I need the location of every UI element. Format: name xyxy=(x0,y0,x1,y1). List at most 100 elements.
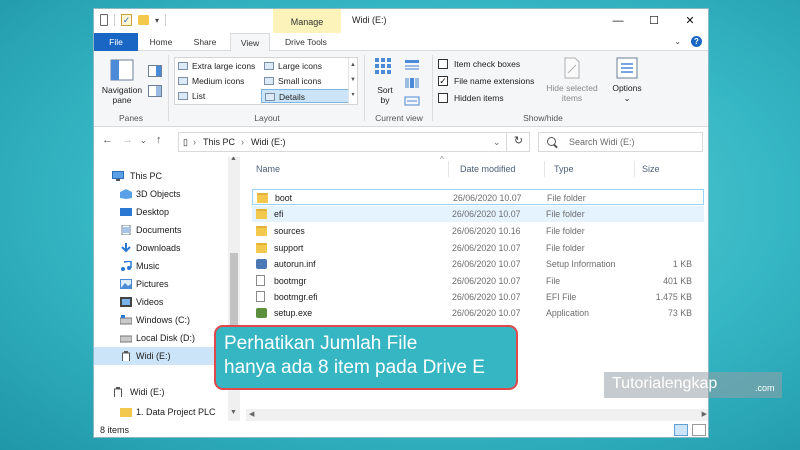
table-row[interactable]: support 26/06/2020 10.07 File folder xyxy=(252,240,704,256)
new-folder-icon[interactable] xyxy=(138,15,149,25)
sort-by-button[interactable]: Sort by xyxy=(370,57,400,105)
manage-context-tab[interactable]: Manage xyxy=(273,9,341,33)
table-row[interactable]: boot 26/06/2020 10.07 File folder xyxy=(252,189,704,205)
checkbox[interactable] xyxy=(438,93,448,103)
nav-item-local-disk-d[interactable]: Local Disk (D:) xyxy=(94,329,228,347)
chevron-down-icon[interactable]: ▼ xyxy=(230,409,237,416)
table-row[interactable]: bootmgr.efi 26/06/2020 10.07 EFI File 1.475… xyxy=(252,289,704,305)
checkbox-checked[interactable]: ✓ xyxy=(438,76,448,86)
folder-icon xyxy=(120,408,132,417)
chevron-left-icon[interactable]: ◀ xyxy=(249,410,254,418)
checkmark-icon[interactable]: ✓ xyxy=(121,14,132,26)
chevron-up-icon: ▲ xyxy=(350,62,356,68)
back-arrow-icon[interactable]: ← xyxy=(102,134,113,146)
table-row[interactable]: efi 26/06/2020 10.07 File folder xyxy=(252,206,704,222)
table-row[interactable]: autorun.inf 26/06/2020 10.07 Setup Informa… xyxy=(252,256,704,272)
table-row[interactable]: setup.exe 26/06/2020 10.07 Application 73 K… xyxy=(252,305,704,321)
nav-label: Downloads xyxy=(136,243,181,253)
layout-gallery-scroller[interactable]: ▲ ▼ ▾ xyxy=(348,58,357,104)
address-bar-row: ← → ⌄ ↑ ▯ › This PC › Widi (E:) ⌄ ↻ Sear… xyxy=(94,128,708,156)
close-button[interactable]: ✕ xyxy=(672,12,708,30)
file-size: 1.475 KB xyxy=(655,292,692,302)
options-button[interactable]: Options ⌄ xyxy=(606,57,648,103)
refresh-button[interactable]: ↻ xyxy=(506,132,530,152)
search-input[interactable]: Search Widi (E:) xyxy=(538,132,703,152)
group-by-icon[interactable] xyxy=(404,59,420,71)
breadcrumb-widi-e[interactable]: Widi (E:) xyxy=(251,133,286,151)
layout-details[interactable]: Details xyxy=(261,89,349,103)
file-type: File folder xyxy=(546,243,585,253)
breadcrumb-this-pc[interactable]: This PC xyxy=(203,133,235,151)
column-divider[interactable] xyxy=(448,161,449,177)
add-columns-icon[interactable] xyxy=(404,77,420,89)
refresh-icon: ↻ xyxy=(513,135,524,147)
tab-share[interactable]: Share xyxy=(188,33,222,51)
nav-item-desktop[interactable]: Desktop xyxy=(94,203,228,221)
file-name-extensions-option[interactable]: ✓ File name extensions xyxy=(438,74,544,88)
nav-item-widi-e-selected[interactable]: Widi (E:) xyxy=(94,347,228,365)
large-icons-view-icon[interactable] xyxy=(692,424,706,436)
layout-large-icons[interactable]: Large icons xyxy=(261,59,347,73)
medium-icons-icon xyxy=(178,77,188,85)
preview-pane-icon[interactable] xyxy=(148,65,162,77)
navigation-pane-button[interactable]: Navigation pane xyxy=(98,59,146,105)
tab-view[interactable]: View xyxy=(230,33,270,52)
minimize-button[interactable]: — xyxy=(600,12,636,30)
nav-item-downloads[interactable]: Downloads xyxy=(94,239,228,257)
address-bar[interactable]: ▯ › This PC › Widi (E:) ⌄ xyxy=(178,132,530,152)
table-row[interactable]: bootmgr 26/06/2020 10.07 File 401 KB xyxy=(252,273,704,289)
tab-drive-tools[interactable]: Drive Tools xyxy=(277,33,335,51)
forward-arrow-icon[interactable]: → xyxy=(122,134,133,146)
checkbox-label: Item check boxes xyxy=(454,59,521,69)
nav-item-documents[interactable]: Documents xyxy=(94,221,228,239)
help-icon[interactable]: ? xyxy=(691,36,702,47)
item-count: 8 items xyxy=(100,425,130,435)
table-row[interactable]: sources 26/06/2020 10.16 File folder xyxy=(252,223,704,239)
details-view-icon[interactable] xyxy=(674,424,688,436)
nav-item-pictures[interactable]: Pictures xyxy=(94,275,228,293)
hidden-items-option[interactable]: Hidden items xyxy=(438,91,544,105)
maximize-button[interactable]: ☐ xyxy=(636,12,672,30)
file-list-horizontal-scrollbar[interactable]: ◀ ▶ xyxy=(246,409,708,421)
layout-group-label: Layout xyxy=(254,113,280,123)
chevron-down-icon: ▼ xyxy=(350,77,356,83)
layout-small-icons[interactable]: Small icons xyxy=(261,74,347,88)
customize-toolbar-dropdown-icon[interactable]: ▾ xyxy=(155,16,159,25)
address-history-icon[interactable]: ⌄ xyxy=(493,133,501,151)
up-arrow-icon[interactable]: ↑ xyxy=(156,134,162,146)
hide-selected-items-button[interactable]: Hide selected items xyxy=(542,57,602,103)
nav-item-widi-e[interactable]: Widi (E:) xyxy=(94,383,228,401)
column-divider[interactable] xyxy=(544,161,545,177)
setup-app-icon xyxy=(256,308,267,318)
column-divider[interactable] xyxy=(634,161,635,177)
hide-selected-label: Hide selected items xyxy=(546,83,598,103)
properties-icon[interactable] xyxy=(100,14,108,26)
item-check-boxes-option[interactable]: Item check boxes xyxy=(438,57,544,71)
layout-extra-large-icons[interactable]: Extra large icons xyxy=(175,59,261,73)
column-header-type[interactable]: Type xyxy=(554,157,574,181)
toolbar-divider xyxy=(165,14,167,26)
recent-locations-icon[interactable]: ⌄ xyxy=(140,136,147,145)
nav-item-this-pc[interactable]: This PC xyxy=(94,167,228,185)
chevron-up-icon[interactable]: ▲ xyxy=(230,157,237,162)
nav-item-music[interactable]: Music xyxy=(94,257,228,275)
tab-home[interactable]: Home xyxy=(144,33,178,51)
nav-item-videos[interactable]: Videos xyxy=(94,293,228,311)
layout-list[interactable]: List xyxy=(175,89,261,103)
chevron-right-icon[interactable]: ▶ xyxy=(702,410,707,418)
column-header-date[interactable]: Date modified xyxy=(460,157,516,181)
size-columns-to-fit-icon[interactable] xyxy=(404,95,420,107)
column-header-size[interactable]: Size xyxy=(642,157,660,181)
tab-file[interactable]: File xyxy=(94,33,138,51)
expand-ribbon-icon[interactable]: ⌄ xyxy=(674,37,681,46)
nav-item-3d-objects[interactable]: 3D Objects xyxy=(94,185,228,203)
details-pane-icon[interactable] xyxy=(148,85,162,97)
file-date: 26/06/2020 10.07 xyxy=(452,292,521,302)
nav-item-data-project-plc[interactable]: 1. Data Project PLC xyxy=(94,403,228,421)
nav-item-windows-c[interactable]: Windows (C:) xyxy=(94,311,228,329)
layout-medium-icons[interactable]: Medium icons xyxy=(175,74,261,88)
file-date: 26/06/2020 10.07 xyxy=(452,209,521,219)
navigation-pane-label: Navigation pane xyxy=(101,85,143,105)
column-header-name[interactable]: Name xyxy=(256,157,280,181)
checkbox[interactable] xyxy=(438,59,448,69)
